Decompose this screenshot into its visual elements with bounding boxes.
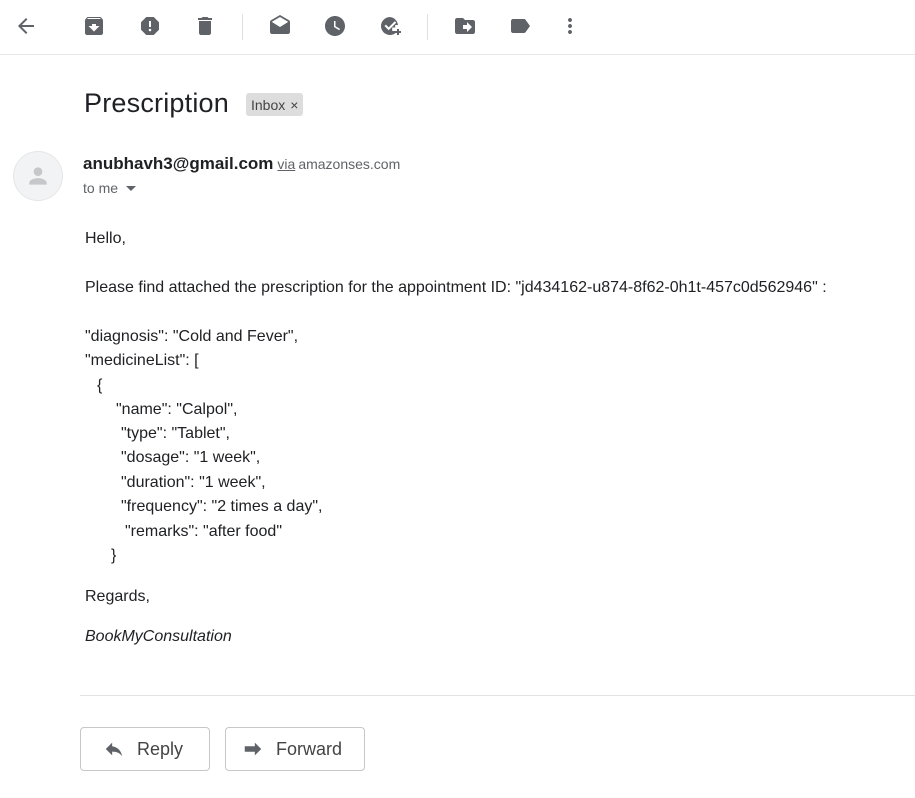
forward-button[interactable]: Forward xyxy=(225,727,365,771)
person-icon xyxy=(29,167,47,185)
signature: BookMyConsultation xyxy=(85,628,232,645)
medicine-frequency-line: "frequency": "2 times a day", xyxy=(121,498,323,515)
label-text: Inbox xyxy=(251,96,286,113)
medicine-type-line: "type": "Tablet", xyxy=(121,425,230,442)
toolbar-divider xyxy=(242,14,243,40)
archive-icon[interactable] xyxy=(76,8,112,44)
brace-close-line: } xyxy=(111,547,117,564)
recipient-text: to me xyxy=(83,180,119,196)
medicine-duration-line: "duration": "1 week", xyxy=(121,474,266,491)
greeting: Hello, xyxy=(85,230,126,247)
reply-button[interactable]: Reply xyxy=(80,727,210,771)
label-icon[interactable] xyxy=(502,8,538,44)
reply-label: Reply xyxy=(137,738,184,759)
diagnosis-line: "diagnosis": "Cold and Fever", xyxy=(85,328,299,345)
snooze-icon[interactable] xyxy=(317,8,353,44)
avatar[interactable] xyxy=(13,151,63,201)
toolbar-divider xyxy=(427,14,428,40)
medicine-list-open-line: "medicineList": [ xyxy=(85,352,199,369)
email-subject: Prescription xyxy=(84,88,229,118)
forward-label: Forward xyxy=(276,738,343,759)
forward-icon xyxy=(244,742,262,756)
back-arrow-icon[interactable] xyxy=(8,8,44,44)
sender-domain: amazonses.com xyxy=(298,156,401,172)
inbox-label-chip[interactable]: Inbox × xyxy=(246,93,304,116)
remove-label-icon[interactable]: × xyxy=(290,97,298,113)
regards-line: Regards, xyxy=(85,588,150,605)
recipient-line[interactable]: to me xyxy=(83,180,137,196)
medicine-dosage-line: "dosage": "1 week", xyxy=(121,449,261,466)
report-spam-icon[interactable] xyxy=(132,8,168,44)
add-to-tasks-icon[interactable] xyxy=(372,8,408,44)
medicine-remarks-line: "remarks": "after food" xyxy=(125,523,282,540)
reply-icon xyxy=(105,742,123,757)
medicine-name-line: "name": "Calpol", xyxy=(116,401,238,418)
mark-unread-icon[interactable] xyxy=(262,8,298,44)
sender-line: anubhavh3@gmail.com via amazonses.com xyxy=(83,154,400,174)
more-vert-icon[interactable] xyxy=(552,8,588,44)
message-toolbar xyxy=(0,0,915,55)
sender-name[interactable]: anubhavh3@gmail.com xyxy=(83,154,273,173)
move-to-icon[interactable] xyxy=(447,8,483,44)
show-details-chevron-icon[interactable] xyxy=(126,185,137,191)
intro-paragraph: Please find attached the prescription fo… xyxy=(85,279,827,296)
body-divider xyxy=(80,695,915,696)
delete-icon[interactable] xyxy=(187,8,223,44)
brace-open-line: { xyxy=(97,377,103,394)
via-link[interactable]: via xyxy=(277,156,295,172)
